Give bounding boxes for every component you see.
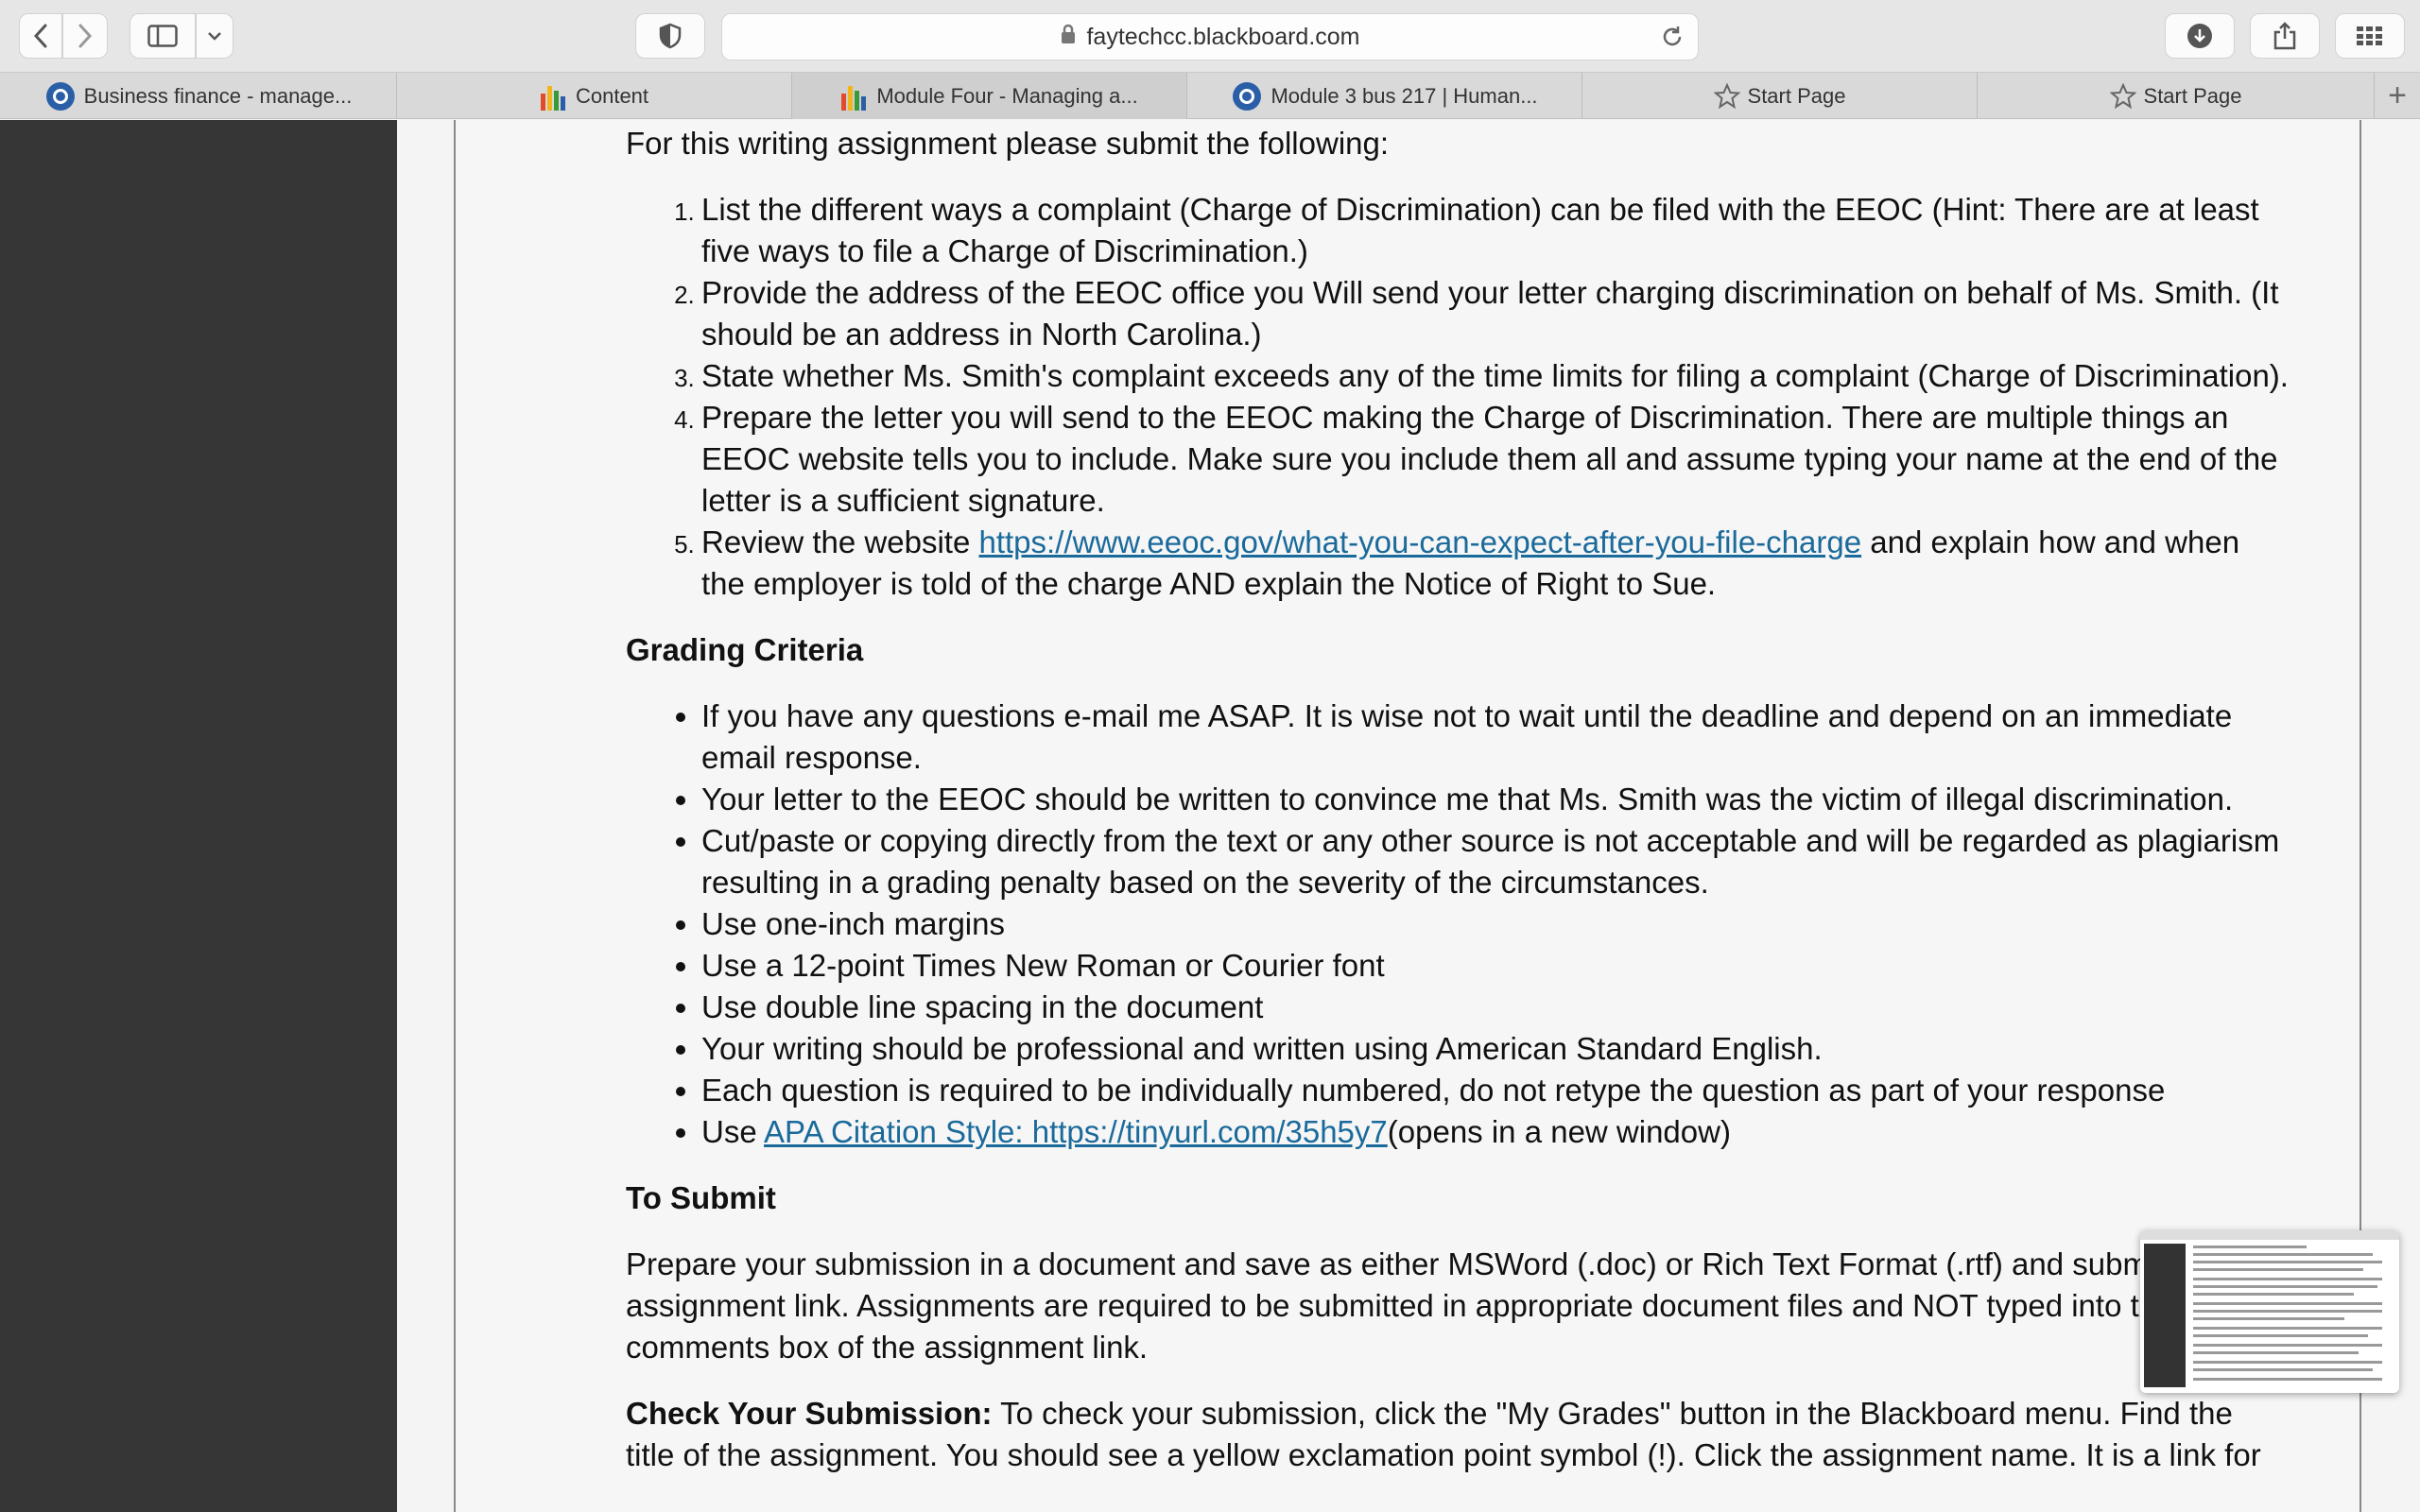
- download-icon: [2187, 24, 2212, 48]
- privacy-report-button[interactable]: [635, 13, 705, 59]
- tab-module-3[interactable]: Module 3 bus 217 | Human...: [1187, 73, 1582, 119]
- page-gutter: [397, 120, 454, 1512]
- assignment-intro: For this writing assignment please submi…: [626, 126, 1390, 161]
- tab-label: Business finance - manage...: [83, 83, 353, 108]
- thumbnail-line: [2193, 1285, 2377, 1288]
- tab-overview-button[interactable]: [2335, 13, 2405, 59]
- grid-icon: [2357, 26, 2382, 45]
- thumbnail-line: [2193, 1351, 2359, 1354]
- sidebar-toggle-button[interactable]: [130, 13, 196, 59]
- reload-icon[interactable]: [1660, 25, 1685, 56]
- share-icon: [2273, 22, 2296, 50]
- chevron-down-icon: [208, 32, 221, 41]
- check-submission-label: Check Your Submission:: [626, 1396, 993, 1431]
- thumbnail-line: [2193, 1268, 2363, 1271]
- plus-icon: +: [2388, 77, 2407, 113]
- tab-bar: Business finance - manage... Content Mod…: [0, 72, 2420, 119]
- thumbnail-line: [2193, 1344, 2382, 1347]
- new-tab-button[interactable]: +: [2375, 73, 2420, 119]
- chevron-left-icon: [33, 24, 47, 48]
- thumbnail-line: [2193, 1334, 2368, 1337]
- assignment-content: For this writing assignment please submi…: [626, 120, 2290, 1476]
- thumbnail-line: [2193, 1293, 2354, 1296]
- submit-instructions: Prepare your submission in a document an…: [626, 1246, 2221, 1365]
- new-window-note: (opens in a new window): [1387, 1114, 1731, 1149]
- thumbnail-line: [2193, 1261, 2382, 1263]
- screenshot-thumbnail[interactable]: [2140, 1230, 2399, 1393]
- list-item: Use a 12-point Times New Roman or Courie…: [701, 945, 2290, 987]
- forward-button[interactable]: [62, 13, 108, 59]
- thumbnail-line: [2193, 1327, 2382, 1330]
- list-item: Review the website https://www.eeoc.gov/…: [701, 522, 2290, 605]
- url-text: faytechcc.blackboard.com: [1086, 23, 1360, 50]
- grading-criteria-list: If you have any questions e-mail me ASAP…: [626, 696, 2290, 1153]
- thumbnail-line: [2193, 1368, 2373, 1371]
- list-item: Use one-inch margins: [701, 903, 2290, 945]
- share-button[interactable]: [2250, 13, 2320, 59]
- address-bar[interactable]: faytechcc.blackboard.com: [721, 13, 1699, 60]
- assignment-steps-list: List the different ways a complaint (Cha…: [626, 189, 2290, 605]
- tab-start-page-1[interactable]: Start Page: [1582, 73, 1978, 119]
- thumbnail-line: [2193, 1278, 2382, 1280]
- tab-content[interactable]: Content: [397, 73, 792, 119]
- downloads-button[interactable]: [2165, 13, 2235, 59]
- list-item: Use double line spacing in the document: [701, 987, 2290, 1028]
- grading-criteria-heading: Grading Criteria: [626, 632, 864, 667]
- list-item: Use APA Citation Style: https://tinyurl.…: [701, 1111, 2290, 1153]
- tab-start-page-2[interactable]: Start Page: [1978, 73, 2375, 119]
- list-item: Prepare the letter you will send to the …: [701, 397, 2290, 522]
- tab-label: Module 3 bus 217 | Human...: [1270, 83, 1538, 108]
- blackboard-logo-icon: [1231, 80, 1263, 112]
- list-item: Your letter to the EEOC should be writte…: [701, 779, 2290, 820]
- list-item: State whether Ms. Smith's complaint exce…: [701, 355, 2290, 397]
- list-item: Each question is required to be individu…: [701, 1070, 2290, 1111]
- thumbnail-sidebar: [2144, 1244, 2186, 1387]
- list-item: Provide the address of the EEOC office y…: [701, 272, 2290, 355]
- tab-business-finance[interactable]: Business finance - manage...: [0, 73, 397, 119]
- apa-prefix: Use: [701, 1114, 765, 1149]
- tab-label: Start Page: [1747, 83, 1846, 108]
- browser-toolbar: faytechcc.blackboard.com: [0, 0, 2420, 72]
- apa-citation-link[interactable]: APA Citation Style: https://tinyurl.com/…: [764, 1114, 1388, 1149]
- thumbnail-line: [2193, 1253, 2373, 1256]
- tab-label: Start Page: [2143, 83, 2242, 108]
- tab-module-four[interactable]: Module Four - Managing a...: [792, 73, 1187, 119]
- shield-icon: [659, 23, 682, 49]
- thumbnail-line: [2193, 1378, 2382, 1381]
- thumbnail-line: [2193, 1246, 2307, 1248]
- list-item: Cut/paste or copying directly from the t…: [701, 820, 2290, 903]
- list-item: List the different ways a complaint (Cha…: [701, 189, 2290, 272]
- to-submit-heading: To Submit: [626, 1180, 776, 1215]
- tab-label: Content: [575, 83, 649, 108]
- star-icon: [1713, 82, 1740, 110]
- eeoc-link[interactable]: https://www.eeoc.gov/what-you-can-expect…: [978, 524, 1861, 559]
- blackboard-logo-icon: [44, 80, 77, 112]
- list-item: If you have any questions e-mail me ASAP…: [701, 696, 2290, 779]
- back-button[interactable]: [19, 13, 62, 59]
- course-menu-panel: [0, 120, 397, 1512]
- thumbnail-toolbar: [2140, 1230, 2399, 1240]
- step-text: Review the website: [701, 524, 979, 559]
- star-icon: [2109, 82, 2136, 110]
- bar-chart-icon: [840, 82, 869, 111]
- thumbnail-line: [2193, 1302, 2382, 1305]
- bar-chart-icon: [540, 82, 568, 111]
- sidebar-icon: [147, 25, 178, 47]
- thumbnail-line: [2193, 1310, 2382, 1313]
- sidebar-menu-button[interactable]: [196, 13, 233, 59]
- chevron-right-icon: [78, 24, 93, 48]
- thumbnail-line: [2193, 1317, 2344, 1320]
- check-submission-paragraph: Check Your Submission: To check your sub…: [626, 1393, 2290, 1476]
- tab-label: Module Four - Managing a...: [876, 83, 1138, 108]
- thumbnail-line: [2193, 1361, 2382, 1364]
- list-item: Your writing should be professional and …: [701, 1028, 2290, 1070]
- lock-icon: [1060, 24, 1077, 51]
